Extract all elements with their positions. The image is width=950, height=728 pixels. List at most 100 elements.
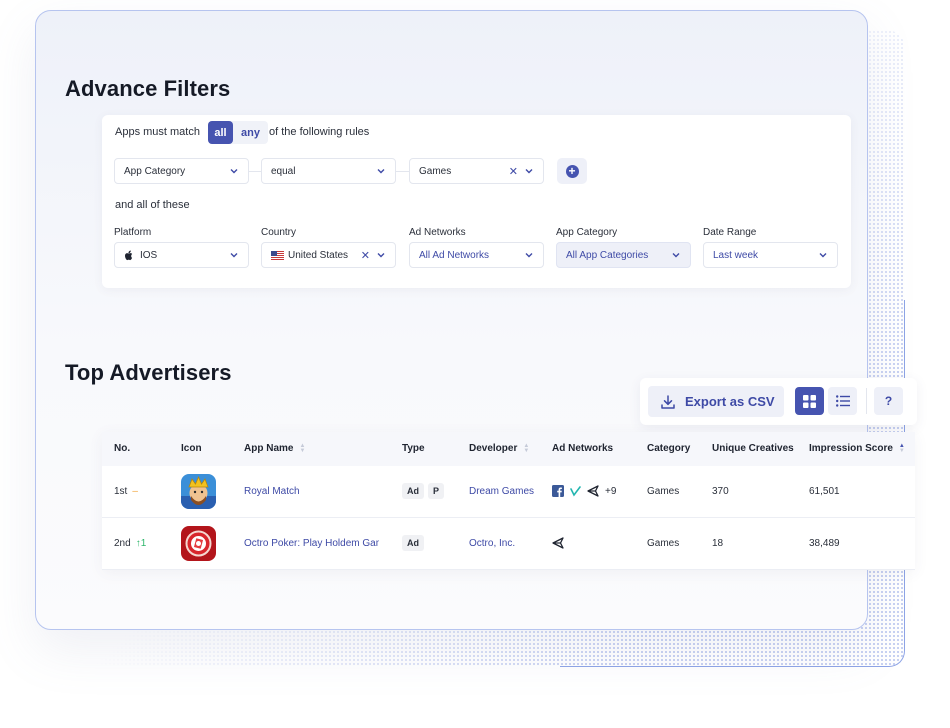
column-header-category: Category	[647, 443, 691, 454]
column-header-developer-label: Developer	[469, 443, 518, 454]
column-header-app-name[interactable]: App Name ▲ ▼	[244, 443, 305, 455]
vungle-icon	[570, 485, 581, 497]
rule-field-value: App Category	[124, 165, 186, 177]
app-category-value: All App Categories	[566, 249, 649, 261]
column-header-no: No.	[114, 443, 131, 454]
app-icon-octro-poker[interactable]	[181, 526, 216, 561]
table-row[interactable]: 2nd ↑1 Octro Poker: Play Holdem Gam Ad Oc…	[102, 518, 915, 570]
type-chip: P	[428, 483, 445, 499]
date-range-value: Last week	[713, 249, 759, 261]
impression-score-cell: 38,489	[809, 538, 840, 549]
rule-operator-value: equal	[271, 165, 296, 177]
match-all-button[interactable]: all	[208, 121, 233, 144]
column-header-ad-networks: Ad Networks	[552, 443, 614, 454]
app-category-label: App Category	[556, 227, 618, 238]
sort-icon[interactable]: ▲ ▼	[299, 443, 305, 454]
help-button[interactable]: ?	[874, 387, 903, 415]
ad-networks-cell	[552, 537, 570, 549]
chevron-down-icon	[525, 253, 533, 258]
platform-select[interactable]: IOS	[114, 242, 249, 268]
type-chip: Ad	[402, 483, 424, 499]
column-header-type: Type	[402, 443, 425, 454]
export-csv-label: Export as CSV	[685, 394, 775, 409]
country-select[interactable]: United States ✕	[261, 242, 396, 268]
app-icon-royal-match[interactable]	[181, 474, 216, 509]
unique-creatives-cell: 370	[712, 486, 729, 497]
developer-link[interactable]: Octro, Inc.	[469, 538, 515, 549]
advertisers-table: No. Icon App Name ▲ ▼ Type Developer ▲ ▼ A…	[102, 432, 915, 570]
rank-change: –	[132, 486, 138, 497]
rule-value-select[interactable]: Games ✕	[409, 158, 544, 184]
top-advertisers-title: Top Advertisers	[65, 360, 232, 385]
chevron-down-icon	[672, 253, 680, 258]
type-chip: Ad	[402, 535, 424, 551]
facebook-icon	[552, 485, 564, 497]
rank-change: ↑1	[135, 538, 147, 549]
ad-networks-cell: +9	[552, 485, 622, 497]
plus-circle-icon: +	[565, 164, 579, 178]
match-prefix: Apps must match	[115, 126, 200, 138]
rule-value: Games	[419, 165, 452, 177]
sort-icon[interactable]: ▲ ▼	[899, 443, 905, 454]
app-name-link[interactable]: Royal Match	[244, 486, 300, 497]
close-icon[interactable]: ✕	[509, 165, 518, 178]
rank-cell: 2nd ↑1	[114, 538, 146, 549]
country-label: Country	[261, 227, 297, 238]
grid-view-button[interactable]	[795, 387, 824, 415]
close-icon[interactable]: ✕	[361, 249, 370, 262]
chevron-down-icon	[525, 169, 533, 174]
list-view-button[interactable]	[828, 387, 857, 415]
platform-value: IOS	[140, 249, 158, 261]
column-header-impression-score[interactable]: Impression Score ▲ ▼	[809, 443, 905, 455]
us-flag-icon	[271, 250, 284, 260]
networks-extra-count[interactable]: +9	[605, 486, 616, 497]
rule-field-select[interactable]: App Category	[114, 158, 249, 184]
export-csv-button[interactable]: Export as CSV	[648, 386, 784, 417]
unique-creatives-cell: 18	[712, 538, 724, 549]
platform-label: Platform	[114, 227, 152, 238]
rank-value: 1st	[114, 486, 128, 497]
app-category-select[interactable]: All App Categories	[556, 242, 691, 268]
unity-icon	[587, 485, 599, 497]
rank-cell: 1st –	[114, 486, 138, 497]
type-cell: Ad P	[402, 483, 448, 499]
column-header-unique-creatives: Unique Creatives	[712, 443, 794, 454]
date-range-select[interactable]: Last week	[703, 242, 838, 268]
apple-icon	[125, 250, 133, 260]
table-row[interactable]: 1st – Royal Match Ad P Dream Games +9 Game…	[102, 466, 915, 518]
chevron-down-icon	[230, 169, 238, 174]
chevron-down-icon	[377, 253, 385, 258]
table-toolbar: Export as CSV ?	[640, 378, 917, 425]
column-header-developer[interactable]: Developer ▲ ▼	[469, 443, 529, 455]
list-view-icon	[835, 395, 850, 407]
chevron-down-icon	[230, 253, 238, 258]
ad-networks-select[interactable]: All Ad Networks	[409, 242, 544, 268]
type-cell: Ad	[402, 535, 428, 551]
grid-view-icon	[803, 394, 816, 408]
sort-icon[interactable]: ▲ ▼	[523, 443, 529, 454]
column-header-icon: Icon	[181, 443, 202, 454]
app-name-text: Octro Poker: Play Holdem Gam	[244, 538, 379, 549]
country-value: United States	[288, 249, 349, 261]
column-header-app-name-label: App Name	[244, 443, 294, 454]
chevron-down-icon	[819, 253, 827, 258]
column-header-impression-score-label: Impression Score	[809, 443, 893, 454]
category-cell: Games	[647, 538, 680, 549]
rank-value: 2nd	[114, 538, 131, 549]
and-all-label: and all of these	[115, 199, 190, 211]
date-range-label: Date Range	[703, 227, 757, 238]
category-cell: Games	[647, 486, 680, 497]
ad-networks-value: All Ad Networks	[419, 249, 490, 261]
rule-connector	[396, 171, 409, 172]
app-name-link[interactable]: Octro Poker: Play Holdem Gam	[244, 538, 379, 552]
impression-score-cell: 61,501	[809, 486, 840, 497]
match-any-button[interactable]: any	[233, 121, 268, 144]
rule-connector	[249, 171, 261, 172]
rule-operator-select[interactable]: equal	[261, 158, 396, 184]
match-suffix: of the following rules	[269, 126, 370, 138]
developer-link[interactable]: Dream Games	[469, 486, 534, 497]
match-toggle: all any	[208, 121, 268, 144]
download-icon	[661, 394, 675, 409]
ad-networks-label: Ad Networks	[409, 227, 466, 238]
add-rule-button[interactable]: +	[557, 158, 587, 184]
